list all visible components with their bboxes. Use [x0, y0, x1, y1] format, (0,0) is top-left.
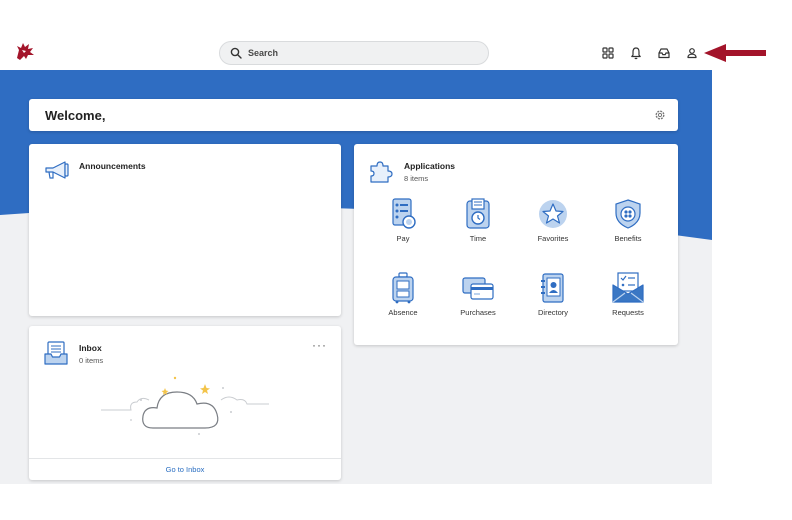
- profile-icon[interactable]: [685, 46, 699, 60]
- app-pay[interactable]: Pay: [368, 198, 438, 243]
- inbox-title: Inbox: [79, 343, 102, 353]
- credit-card-icon: [462, 277, 494, 300]
- megaphone-icon: [45, 161, 69, 179]
- pointer-arrow-icon: [704, 44, 766, 62]
- app-label: Benefits: [614, 234, 642, 243]
- app-benefits[interactable]: Benefits: [593, 198, 663, 243]
- welcome-title: Welcome,: [45, 107, 106, 123]
- inbox-card: Inbox 0 items ··· Go to Inbox: [29, 326, 341, 480]
- star-icon: [539, 200, 567, 228]
- gear-icon[interactable]: [654, 109, 666, 121]
- applications-card: Applications 8 items Pay Time Favorites …: [354, 144, 678, 345]
- empty-cloud-illustration: [101, 376, 269, 435]
- app-purchases[interactable]: Purchases: [443, 272, 513, 317]
- bell-icon[interactable]: [629, 46, 643, 60]
- cougar-logo-icon[interactable]: [14, 40, 36, 62]
- time-icon: [466, 198, 490, 229]
- envelope-icon: [612, 272, 644, 303]
- app-absence[interactable]: Absence: [368, 272, 438, 317]
- app-requests[interactable]: Requests: [593, 272, 663, 317]
- inbox-tray-icon[interactable]: [657, 46, 671, 60]
- pay-icon: [392, 198, 416, 229]
- app-favorites[interactable]: Favorites: [518, 198, 588, 243]
- puzzle-icon: [370, 161, 393, 183]
- applications-count: 8 items: [404, 174, 429, 183]
- app-label: Purchases: [460, 308, 496, 317]
- welcome-card: Welcome,: [29, 99, 678, 131]
- more-options-icon[interactable]: ···: [312, 338, 327, 352]
- announcements-card: Announcements: [29, 144, 341, 316]
- search-bar[interactable]: [219, 41, 489, 65]
- inbox-document-icon: [44, 341, 68, 365]
- search-icon: [230, 47, 242, 59]
- apps-grid-icon[interactable]: [601, 46, 615, 60]
- address-book-icon: [541, 273, 564, 303]
- app-directory[interactable]: Directory: [518, 272, 588, 317]
- dashboard-stage: Welcome, Announcements Applications 8 it…: [0, 70, 712, 484]
- go-to-inbox-link[interactable]: Go to Inbox: [29, 458, 341, 480]
- applications-title: Applications: [404, 161, 456, 171]
- announcements-title: Announcements: [79, 161, 146, 171]
- app-label: Pay: [396, 234, 410, 243]
- luggage-icon: [392, 272, 414, 304]
- search-input[interactable]: [248, 48, 468, 58]
- app-label: Directory: [537, 308, 568, 317]
- inbox-count: 0 items: [79, 356, 104, 365]
- app-label: Absence: [388, 308, 418, 317]
- app-label: Requests: [612, 308, 644, 317]
- app-label: Favorites: [537, 234, 569, 243]
- app-time[interactable]: Time: [443, 198, 513, 243]
- app-label: Time: [469, 234, 487, 243]
- shield-icon: [615, 199, 641, 229]
- top-navigation-bar: [0, 0, 712, 70]
